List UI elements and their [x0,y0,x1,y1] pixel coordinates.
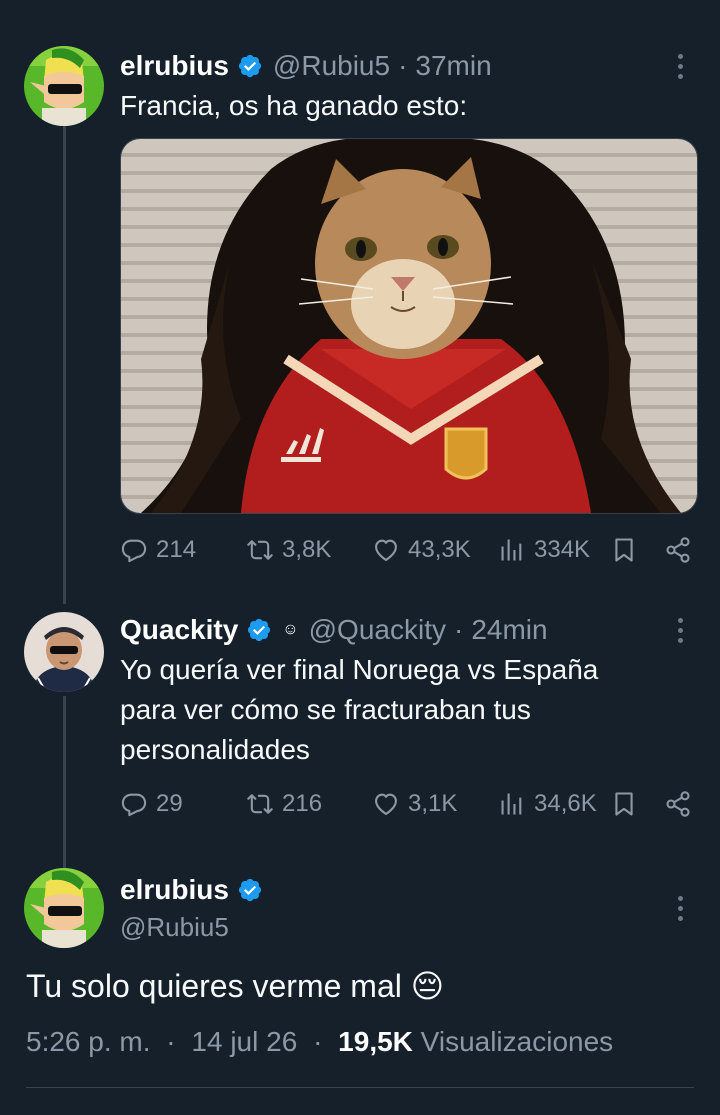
tweet-date[interactable]: 14 jul 26 [191,1026,297,1057]
tweet-time[interactable]: 24min [471,614,547,646]
like-icon [372,790,400,818]
views-button[interactable]: 334K [498,536,590,564]
tweet-text-line: Yo quería ver final Noruega vs España [120,654,599,685]
share-button[interactable] [664,790,692,818]
avatar[interactable] [24,612,104,692]
tweet-time[interactable]: 37min [415,50,491,82]
divider [26,1087,694,1088]
author-handle[interactable]: @Quackity [309,614,446,646]
views-icon [498,536,526,564]
views-icon [498,790,526,818]
reply-button[interactable]: 29 [120,790,183,818]
share-icon [664,536,692,564]
author-name[interactable]: elrubius [120,50,229,82]
reply-icon [120,790,148,818]
tweet-actions: 29 216 3,1K 34,6K [0,784,720,824]
share-icon [664,790,692,818]
avatar-quackity-image [24,612,104,692]
separator-dot: · [453,614,464,645]
views-count: 34,6K [534,790,597,817]
tweet-meta: 5:26 p. m. · 14 jul 26 · 19,5K Visualiza… [26,1026,613,1058]
tweet-text: Tu solo quieres verme mal [26,968,402,1004]
tweet-media-image[interactable] [120,138,698,514]
more-icon[interactable] [668,610,692,650]
more-icon[interactable] [668,888,692,928]
like-icon [372,536,400,564]
tweet-text-line: personalidades [120,734,310,765]
separator-dot: · [313,1026,323,1057]
reply-count: 214 [156,536,197,563]
more-icon[interactable] [668,46,692,86]
retweet-count: 3,8K [282,536,332,563]
main-tweet-text: Tu solo quieres verme mal 😔 [26,964,444,1008]
retweet-icon [246,536,274,564]
verified-icon [237,53,263,79]
tweet-header: elrubius @Rubiu5 · 37min [120,46,492,86]
retweet-button[interactable]: 216 [246,790,322,818]
tweet-header: Quackity ☺ @Quackity · 24min [120,610,548,650]
views-label: Visualizaciones [420,1026,614,1057]
bookmark-button[interactable] [610,536,638,564]
share-button[interactable] [664,536,692,564]
verified-icon [246,617,272,643]
tweet-header: elrubius [120,870,263,910]
like-count: 43,3K [408,536,471,563]
author-handle[interactable]: @Rubiu5 [273,50,390,82]
reply-button[interactable]: 214 [120,536,196,564]
tweet-text: Francia, os ha ganado esto: [120,90,468,121]
author-name[interactable]: elrubius [120,874,229,906]
avatar[interactable] [24,868,104,948]
avatar[interactable] [24,46,104,126]
bookmark-icon [610,790,638,818]
retweet-count: 216 [282,790,323,817]
tweet-time[interactable]: 5:26 p. m. [26,1026,151,1057]
verified-icon [237,877,263,903]
pensive-face-emoji: 😔 [410,968,445,1004]
retweet-icon [246,790,274,818]
author-name[interactable]: Quackity [120,614,238,646]
avatar-link-character-image [24,868,104,948]
like-count: 3,1K [408,790,458,817]
retweet-button[interactable]: 3,8K [246,536,331,564]
separator-dot: · [166,1026,176,1057]
tweet-text: Yo quería ver final Noruega vs España pa… [120,650,598,770]
like-button[interactable]: 43,3K [372,536,471,564]
separator-dot: · [398,50,408,81]
cat-in-spain-jersey-photo [121,139,697,513]
author-handle[interactable]: @Rubiu5 [120,912,229,943]
tweet-text-line: para ver cómo se fracturaban tus [120,694,531,725]
like-button[interactable]: 3,1K [372,790,457,818]
avatar-link-character-image [24,46,104,126]
views-count: 334K [534,536,591,563]
views-button[interactable]: 34,6K [498,790,597,818]
bookmark-icon [610,536,638,564]
bookmark-button[interactable] [610,790,638,818]
reply-icon [120,536,148,564]
tweet-actions: 214 3,8K 43,3K 334K [0,530,720,570]
reply-count: 29 [156,790,183,817]
face-emoji-icon: ☺ [282,621,299,638]
thread-line [63,696,66,868]
views-count: 19,5K [338,1026,413,1057]
